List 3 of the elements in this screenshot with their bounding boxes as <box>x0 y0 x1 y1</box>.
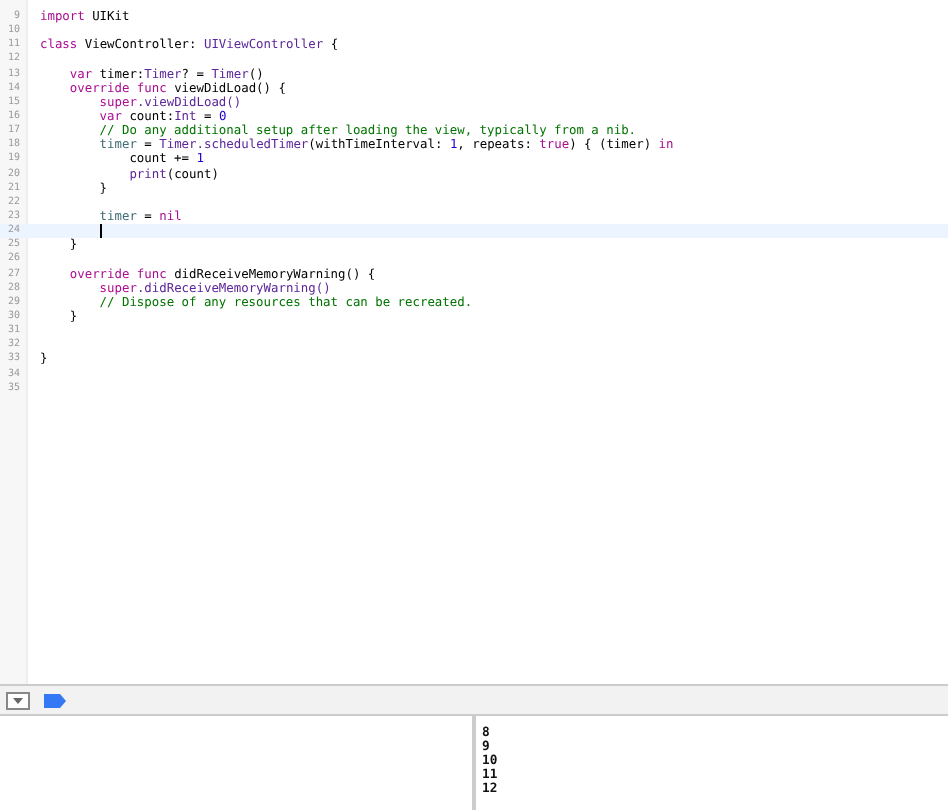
hide-debug-area-icon[interactable] <box>6 691 30 709</box>
breakpoint-icon[interactable] <box>44 693 66 707</box>
text-cursor <box>100 224 102 239</box>
